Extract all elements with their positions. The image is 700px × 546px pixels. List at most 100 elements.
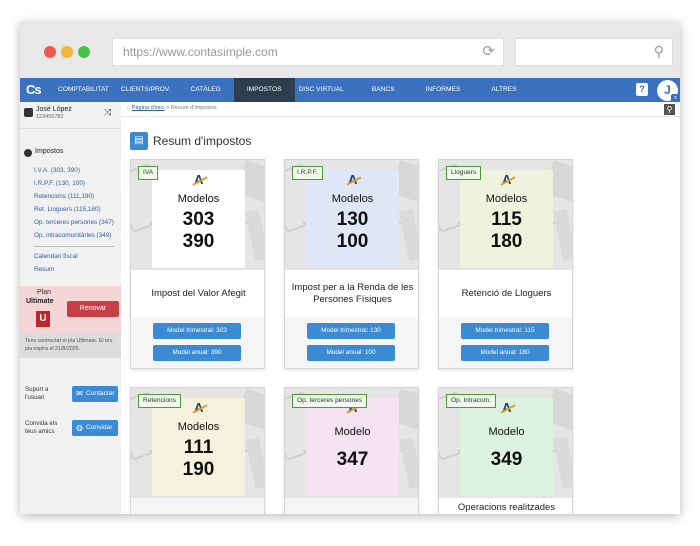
sidebar-link-irpf[interactable]: I.R.P.F. (130, 100) (34, 177, 120, 190)
sidebar-link-op-intracom[interactable]: Op. intracomunitàries (349) (34, 229, 120, 242)
sidebar-link-resum[interactable]: Resum (34, 263, 120, 276)
close-window-dot[interactable] (44, 46, 56, 58)
plan-badge: U (36, 311, 50, 327)
globe-icon: ◍ (76, 423, 83, 432)
model-number-annual: 180 (490, 231, 523, 252)
sidebar-links: I.V.A. (303, 390) I.R.P.F. (130, 100) Re… (34, 164, 120, 276)
nav-item-comptabilitat[interactable]: Comptabilitat (52, 78, 115, 102)
card-description: Impost del Valor Afegit (131, 270, 264, 318)
user-avatar[interactable]: J ≡ (657, 80, 680, 102)
tax-card-iva[interactable]: A Modelos 303390 IVA Impost del Valor Afegit… (130, 159, 265, 369)
card-tag: I.R.P.F. (292, 166, 323, 180)
user-id: 123456782 (36, 114, 64, 120)
card-image: A Modelo 349 Op. Intracom. (439, 388, 572, 498)
tax-card-lloguers[interactable]: A Modelos 115180 Lloguers Retenció de Llogue… (438, 159, 573, 369)
help-icon[interactable]: ? (636, 83, 648, 96)
card-tag: Op. Intracom. (446, 394, 496, 408)
model-document: A Modelos 303390 (152, 170, 245, 268)
magnifier-search-icon[interactable]: ⚲ (664, 104, 675, 115)
quarterly-model-button[interactable]: Model trimestral: 115 (461, 323, 549, 339)
address-bar[interactable]: https://www.contasimple.com ⟳ (112, 38, 504, 66)
tax-agency-logo-icon: A (346, 173, 362, 186)
invite-button[interactable]: ◍ Convidar (72, 420, 118, 436)
tax-agency-logo-icon: A (500, 173, 516, 186)
model-number-annual: 190 (182, 459, 215, 480)
nav-item-informes[interactable]: Informes (412, 78, 478, 102)
sidebar-link-op-terceres[interactable]: Op. terceres persones (347) (34, 216, 120, 229)
contact-button[interactable]: ✉ Contactar (72, 386, 118, 402)
pie-chart-icon (24, 149, 32, 157)
card-tag: IVA (138, 166, 159, 180)
sidebar-divider (20, 128, 121, 129)
tax-card-retencions[interactable]: A Modelos 111190 Retencions (130, 387, 265, 514)
contact-button-label: Contactar (86, 390, 115, 397)
app-logo[interactable]: Cs (26, 81, 46, 99)
nav-item-cataleg[interactable]: Catàleg (177, 78, 234, 102)
sidebar: José López 123456782 ⤨ Impostos I.V.A. (… (20, 102, 121, 514)
card-image: A Modelos 130100 I.R.P.F. (285, 160, 418, 270)
tax-agency-logo-icon: A (500, 401, 516, 414)
card-tag: Retencions (138, 394, 181, 408)
search-icon: ⚲ (653, 43, 664, 59)
nav-item-altres[interactable]: Altres (477, 78, 530, 102)
tax-card-terceres[interactable]: AModelo347Op. terceres persones (284, 387, 419, 514)
annual-model-button[interactable]: Model anual: 100 (307, 345, 395, 361)
tax-card-intracom[interactable]: A Modelo 349 Op. Intracom. Operacions realit… (438, 387, 573, 514)
sidebar-link-retencions[interactable]: Retencions (111,190) (34, 190, 120, 203)
browser-toolbar: https://www.contasimple.com ⟳ ⚲ (20, 22, 680, 78)
breadcrumb-home-link[interactable]: Pàgina d'inici (132, 105, 165, 111)
invite-button-label: Convidar (86, 424, 113, 431)
model-heading: Modelos (177, 421, 220, 433)
invite-label: Convida els teus amics (25, 420, 58, 435)
avatar-initial: J (664, 83, 671, 97)
annual-model-button[interactable]: Model anual: 390 (153, 345, 241, 361)
model-document: AModelo347 (306, 398, 399, 496)
switch-company-icon[interactable]: ⤨ (104, 107, 111, 118)
model-number: 347 (336, 449, 369, 470)
tax-agency-logo-icon: A (192, 173, 208, 186)
minimize-window-dot[interactable] (61, 46, 73, 58)
plan-name: Ultimate (26, 298, 54, 305)
nav-item-clients[interactable]: Clients/Prov. (115, 78, 177, 102)
nav-item-bancs[interactable]: Bancs (358, 78, 412, 102)
model-document: A Modelos 111190 (152, 398, 245, 496)
nav-item-impostos[interactable]: Impostos (233, 78, 295, 102)
card-description: Retenció de Lloguers (439, 270, 572, 318)
card-description: Operacions realitzades (439, 498, 572, 514)
avatar-badge-icon: ≡ (671, 94, 680, 102)
model-number-annual: 390 (182, 231, 215, 252)
model-heading: Modelo (488, 426, 525, 438)
model-heading: Modelos (485, 193, 528, 205)
breadcrumb-current: Resum d'impostos (170, 105, 217, 111)
maximize-window-dot[interactable] (78, 46, 90, 58)
model-number-annual: 100 (336, 231, 369, 252)
model-number: 111 (183, 437, 214, 458)
main-menu: Comptabilitat Clients/Prov. Catàleg Impo… (52, 78, 531, 102)
browser-window: https://www.contasimple.com ⟳ ⚲ Cs Compt… (20, 22, 680, 514)
reload-icon[interactable]: ⟳ (482, 44, 495, 60)
model-heading: Modelos (331, 193, 374, 205)
model-heading: Modelos (177, 193, 220, 205)
top-navigation: Cs Comptabilitat Clients/Prov. Catàleg I… (20, 78, 680, 102)
tax-card-irpf[interactable]: A Modelos 130100 I.R.P.F. Impost per a la Re… (284, 159, 419, 369)
tax-agency-logo-icon: A (192, 401, 208, 414)
card-image: A Modelos 115180 Lloguers (439, 160, 572, 270)
model-document: A Modelo 349 (460, 398, 553, 496)
card-tag: Lloguers (446, 166, 482, 180)
quarterly-model-button[interactable]: Model trimestral: 303 (153, 323, 241, 339)
user-name[interactable]: José López (36, 106, 72, 113)
renew-button[interactable]: Renovar (67, 301, 119, 317)
annual-model-button[interactable]: Model anual: 180 (461, 345, 549, 361)
card-description: Impost per a la Renda de les Persones Fí… (285, 270, 418, 318)
support-label: Suport a l'usuari (25, 386, 49, 401)
sidebar-link-calendari[interactable]: Calendari fiscal (34, 250, 120, 263)
sidebar-section-title: Impostos (35, 148, 64, 155)
card-tag: Op. terceres persones (292, 394, 368, 408)
model-number: 303 (182, 209, 215, 230)
quarterly-model-button[interactable]: Model trimestral: 130 (307, 323, 395, 339)
sidebar-link-iva[interactable]: I.V.A. (303, 390) (34, 164, 120, 177)
plan-label: Plan (36, 289, 51, 296)
nav-item-disc-virtual[interactable]: Disc virtual (295, 78, 358, 102)
sidebar-link-ret-lloguers[interactable]: Ret. Lloguers (115,180) (34, 203, 120, 216)
browser-search-box[interactable]: ⚲ (515, 38, 673, 66)
